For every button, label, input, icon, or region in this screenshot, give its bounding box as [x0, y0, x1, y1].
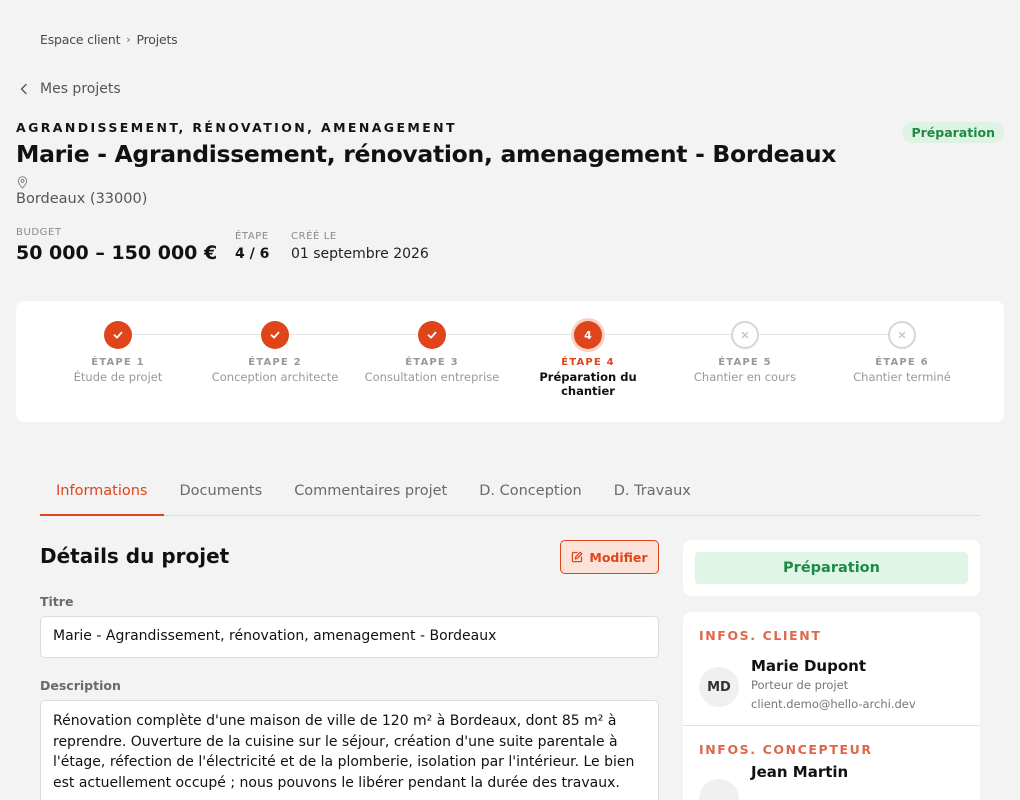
step-label: ÉTAPE 4: [561, 357, 615, 368]
client-row: MD Marie Dupont Porteur de projet client…: [683, 657, 980, 711]
tab-commentaires[interactable]: Commentaires projet: [278, 473, 463, 516]
step-4: 4 ÉTAPE 4 Préparation du chantier: [503, 321, 673, 398]
step-name: Conception architecte: [211, 370, 339, 384]
step-6: ÉTAPE 6 Chantier terminé: [817, 321, 987, 384]
title-field[interactable]: Marie - Agrandissement, rénovation, amen…: [40, 616, 659, 658]
breadcrumb-root[interactable]: Espace client: [40, 32, 120, 47]
check-icon: [104, 321, 132, 349]
step-1: ÉTAPE 1 Étude de projet: [33, 321, 203, 384]
status-pill: Préparation: [695, 552, 968, 584]
client-details: Marie Dupont Porteur de projet client.de…: [751, 657, 916, 711]
step-name: Étude de projet: [73, 370, 163, 384]
breadcrumb: Espace client › Projets: [40, 32, 178, 47]
project-location: Bordeaux (33000): [16, 191, 148, 207]
edit-button-label: Modifier: [589, 549, 648, 565]
project-stepper: ÉTAPE 1 Étude de projet ÉTAPE 2 Concepti…: [16, 301, 1004, 422]
step-label: ÉTAPE 2: [248, 357, 302, 368]
step-2: ÉTAPE 2 Conception architecte: [190, 321, 360, 384]
designer-name: Jean Martin: [751, 763, 849, 781]
project-tabs: Informations Documents Commentaires proj…: [40, 473, 980, 516]
page-title: Marie - Agrandissement, rénovation, amen…: [16, 140, 837, 168]
tab-travaux[interactable]: D. Travaux: [598, 473, 707, 516]
divider: [683, 725, 980, 726]
edit-icon: [572, 551, 583, 563]
breadcrumb-current[interactable]: Projets: [136, 32, 177, 47]
description-field[interactable]: Rénovation complète d'une maison de vill…: [40, 700, 659, 800]
budget-label: BUDGET: [16, 227, 62, 238]
avatar: [699, 779, 739, 800]
check-icon: [418, 321, 446, 349]
created-value: 01 septembre 2026: [291, 246, 429, 262]
step-name: Chantier terminé: [853, 370, 951, 384]
tab-conception[interactable]: D. Conception: [463, 473, 597, 516]
created-label: CRÉÉ LE: [291, 231, 337, 242]
client-info-title: INFOS. CLIENT: [699, 628, 822, 643]
step-number: 4: [574, 321, 602, 349]
step-label: ÉTAPE 1: [91, 357, 145, 368]
step-label: ÉTAPE 5: [718, 357, 772, 368]
step-label: ÉTAPE 3: [405, 357, 459, 368]
step-name: Chantier en cours: [693, 370, 797, 384]
client-name: Marie Dupont: [751, 657, 867, 675]
status-card: Préparation: [683, 540, 980, 596]
step-3: ÉTAPE 3 Consultation entreprise: [347, 321, 517, 384]
section-title: Détails du projet: [40, 544, 230, 568]
project-category: AGRANDISSEMENT, RÉNOVATION, AMENAGEMENT: [16, 120, 457, 135]
close-icon: [731, 321, 759, 349]
designer-details: Jean Martin: [751, 763, 848, 781]
budget-value: 50 000 – 150 000 €: [16, 242, 218, 264]
back-link[interactable]: Mes projets: [18, 81, 121, 97]
client-email[interactable]: client.demo@hello-archi.dev: [751, 697, 916, 711]
status-badge: Préparation: [902, 122, 1004, 143]
close-icon: [888, 321, 916, 349]
designer-row: Jean Martin: [683, 763, 980, 800]
step-name: Préparation du chantier: [539, 370, 637, 398]
check-icon: [261, 321, 289, 349]
chevron-right-icon: ›: [126, 33, 131, 46]
description-label: Description: [40, 678, 121, 693]
avatar: MD: [699, 667, 739, 707]
step-value: 4 / 6: [235, 246, 270, 262]
step-5: ÉTAPE 5 Chantier en cours: [660, 321, 830, 384]
step-label: ÉTAPE: [235, 231, 269, 242]
back-link-label: Mes projets: [40, 81, 121, 97]
designer-info-title: INFOS. CONCEPTEUR: [699, 742, 873, 757]
chevron-left-icon: [20, 83, 27, 95]
client-role: Porteur de projet: [751, 678, 849, 692]
step-label: ÉTAPE 6: [875, 357, 929, 368]
info-card: INFOS. CLIENT MD Marie Dupont Porteur de…: [683, 612, 980, 800]
title-label: Titre: [40, 594, 74, 609]
tab-documents[interactable]: Documents: [164, 473, 279, 516]
step-name: Consultation entreprise: [364, 370, 500, 384]
edit-button[interactable]: Modifier: [560, 540, 659, 574]
tab-informations[interactable]: Informations: [40, 473, 164, 516]
map-pin-icon: [17, 176, 28, 189]
